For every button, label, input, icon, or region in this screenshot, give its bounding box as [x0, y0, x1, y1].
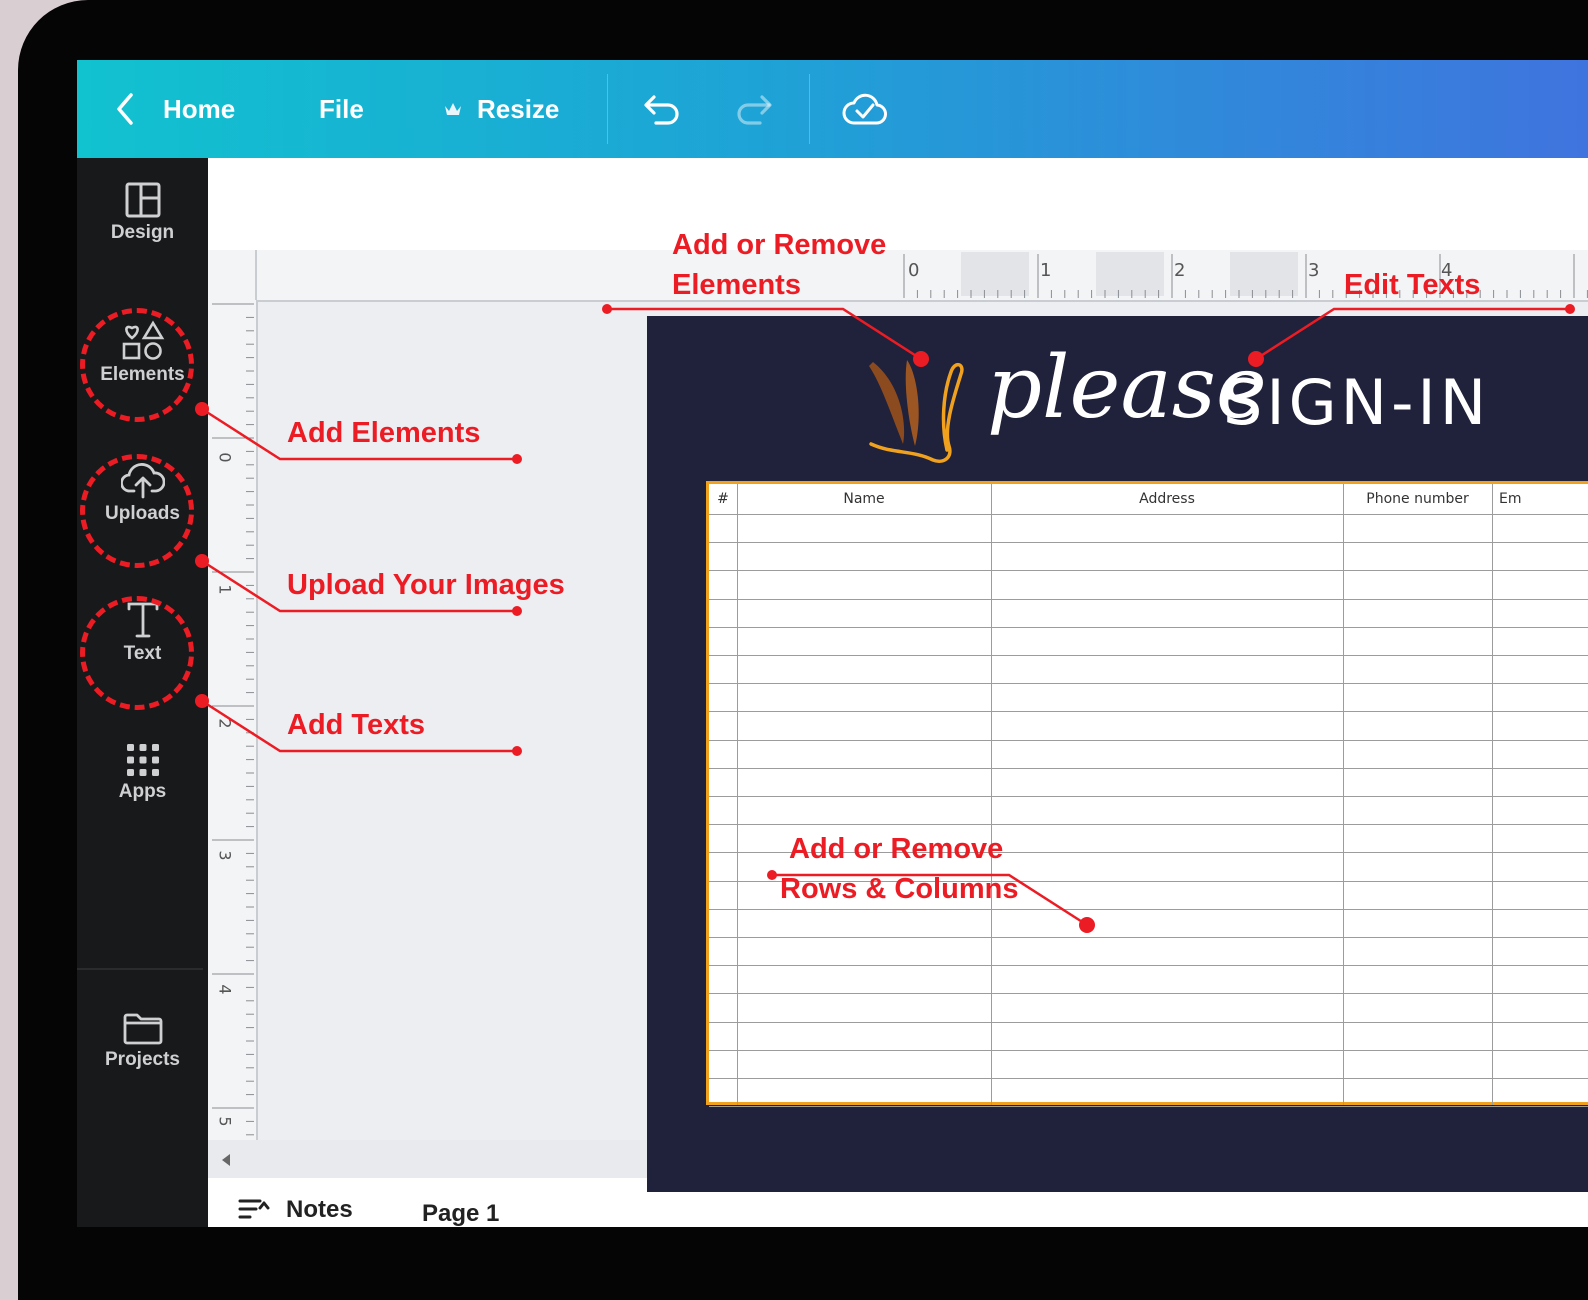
annotation-edit-texts: Edit Texts	[1344, 269, 1481, 301]
annotation-callouts	[195, 304, 1575, 933]
annotation-add-remove-elements-1: Add or Remove	[672, 229, 887, 261]
annotation-add-remove-rows-1: Add or Remove	[789, 833, 1004, 865]
annotation-upload-images: Upload Your Images	[287, 569, 565, 601]
annotation-add-elements: Add Elements	[287, 417, 481, 449]
annotation-add-remove-rows-2: Rows & Columns	[780, 873, 1019, 905]
annotation-add-remove-elements-2: Elements	[672, 269, 801, 301]
annotation-add-texts: Add Texts	[287, 709, 426, 741]
